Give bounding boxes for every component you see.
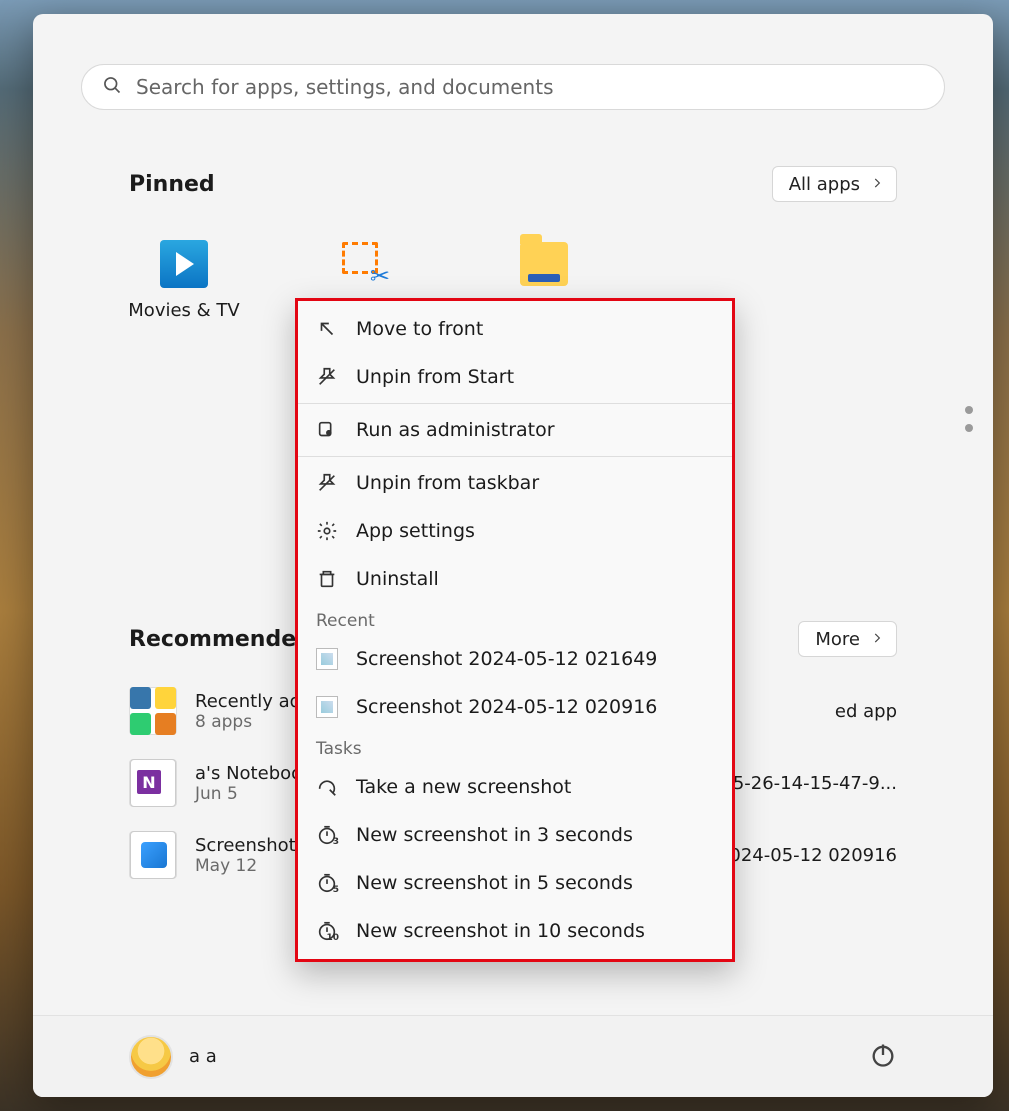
chevron-right-icon	[870, 629, 884, 650]
unpin-icon	[316, 472, 338, 494]
timer-3-icon: 3	[316, 824, 338, 846]
context-menu-label: Screenshot 2024-05-12 021649	[356, 648, 657, 670]
page-indicator[interactable]	[965, 406, 973, 432]
power-button[interactable]	[869, 1041, 897, 1073]
image-file-icon	[316, 648, 338, 670]
user-avatar-icon	[129, 1035, 173, 1079]
arrow-up-left-icon	[316, 318, 338, 340]
context-menu-separator	[298, 456, 732, 457]
more-button[interactable]: More	[798, 621, 897, 657]
context-menu-label: Unpin from Start	[356, 366, 514, 388]
context-menu-label: Screenshot 2024-05-12 020916	[356, 696, 657, 718]
recommended-item-title: ed app	[835, 701, 897, 722]
context-menu-recent-item[interactable]: Screenshot 2024-05-12 020916	[298, 683, 732, 731]
image-file-icon	[316, 696, 338, 718]
timer-10-icon: 10	[316, 920, 338, 942]
context-menu-task-screenshot-10s[interactable]: 10 New screenshot in 10 seconds	[298, 907, 732, 955]
pinned-title: Pinned	[129, 172, 215, 197]
onenote-icon	[130, 759, 176, 807]
context-menu-label: New screenshot in 5 seconds	[356, 872, 633, 894]
context-menu-label: Take a new screenshot	[356, 776, 571, 798]
pinned-app-movies-tv[interactable]: Movies & TV	[129, 240, 239, 321]
context-menu-run-as-admin[interactable]: Run as administrator	[298, 406, 732, 454]
unpin-icon	[316, 366, 338, 388]
snipping-tool-icon	[340, 240, 388, 288]
app-group-icon	[130, 687, 176, 735]
context-menu-label: Uninstall	[356, 568, 439, 590]
file-explorer-icon	[520, 242, 568, 286]
shield-icon	[316, 419, 338, 441]
context-menu-tasks-header: Tasks	[298, 731, 732, 763]
context-menu-task-new-screenshot[interactable]: Take a new screenshot	[298, 763, 732, 811]
recommended-title: Recommended	[129, 627, 312, 652]
all-apps-label: All apps	[789, 174, 860, 195]
context-menu-task-screenshot-5s[interactable]: 5 New screenshot in 5 seconds	[298, 859, 732, 907]
context-menu-label: Unpin from taskbar	[356, 472, 539, 494]
gear-icon	[316, 520, 338, 542]
context-menu-label: New screenshot in 3 seconds	[356, 824, 633, 846]
recommended-item-title: 024-05-12 020916	[729, 845, 897, 866]
context-menu-label: Run as administrator	[356, 419, 555, 441]
timer-5-icon: 5	[316, 872, 338, 894]
image-file-icon	[130, 831, 176, 879]
context-menu-recent-header: Recent	[298, 603, 732, 635]
trash-icon	[316, 568, 338, 590]
context-menu-label: Move to front	[356, 318, 483, 340]
context-menu-task-screenshot-3s[interactable]: 3 New screenshot in 3 seconds	[298, 811, 732, 859]
context-menu-move-to-front[interactable]: Move to front	[298, 305, 732, 353]
pinned-label: Movies & TV	[128, 300, 239, 321]
context-menu-recent-item[interactable]: Screenshot 2024-05-12 021649	[298, 635, 732, 683]
chevron-right-icon	[870, 174, 884, 195]
start-menu-footer: a a	[33, 1015, 993, 1097]
search-icon	[102, 75, 122, 99]
more-label: More	[815, 629, 860, 650]
context-menu-uninstall[interactable]: Uninstall	[298, 555, 732, 603]
context-menu-label: App settings	[356, 520, 475, 542]
search-input[interactable]	[136, 75, 924, 99]
movies-tv-icon	[160, 240, 208, 288]
context-menu-unpin-from-taskbar[interactable]: Unpin from taskbar	[298, 459, 732, 507]
snip-icon	[316, 776, 338, 798]
context-menu-label: New screenshot in 10 seconds	[356, 920, 645, 942]
context-menu-unpin-from-start[interactable]: Unpin from Start	[298, 353, 732, 401]
user-account-button[interactable]: a a	[129, 1035, 217, 1079]
context-menu-app-settings[interactable]: App settings	[298, 507, 732, 555]
all-apps-button[interactable]: All apps	[772, 166, 897, 202]
context-menu: Move to front Unpin from Start Run as ad…	[295, 298, 735, 962]
context-menu-separator	[298, 403, 732, 404]
search-bar[interactable]	[81, 64, 945, 110]
user-name-label: a a	[189, 1046, 217, 1067]
